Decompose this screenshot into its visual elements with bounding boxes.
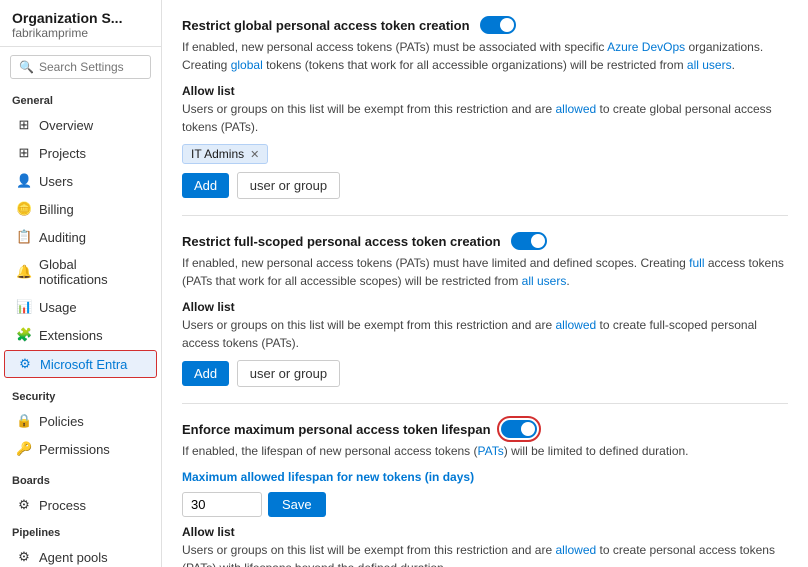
enforce-max-lifespan-section: Enforce maximum personal access token li… — [182, 404, 788, 567]
sidebar-item-billing[interactable]: 🪙 Billing — [4, 196, 157, 222]
sidebar-item-label: Users — [39, 174, 73, 189]
sidebar-item-label: Permissions — [39, 442, 110, 457]
global-tokens-link[interactable]: global — [231, 58, 263, 72]
toggle-enforce-max-lifespan[interactable] — [501, 420, 537, 438]
sidebar-item-label: Billing — [39, 202, 74, 217]
allowed-link-3[interactable]: allowed — [555, 543, 596, 557]
section2-desc: If enabled, new personal access tokens (… — [182, 254, 788, 290]
tags-row-1: IT Admins ✕ — [182, 144, 788, 164]
microsoft-entra-icon: ⚙ — [17, 356, 33, 372]
usage-icon: 📊 — [16, 299, 32, 315]
sidebar-item-agent-pools[interactable]: ⚙ Agent pools — [4, 544, 157, 567]
allowed-link-2[interactable]: allowed — [555, 318, 596, 332]
toggle-restrict-global-pat[interactable] — [480, 16, 516, 34]
azure-devops-link[interactable]: Azure DevOps — [607, 40, 685, 54]
tag-label: IT Admins — [191, 147, 244, 161]
tag-it-admins: IT Admins ✕ — [182, 144, 268, 164]
sidebar-item-usage[interactable]: 📊 Usage — [4, 294, 157, 320]
auditing-icon: 📋 — [16, 229, 32, 245]
section3-title-text: Enforce maximum personal access token li… — [182, 422, 491, 437]
sidebar-org-header: Organization S... fabrikamprime — [0, 0, 161, 47]
overview-icon: ⊞ — [16, 117, 32, 133]
section-label-general: General — [0, 87, 161, 111]
sidebar-item-auditing[interactable]: 📋 Auditing — [4, 224, 157, 250]
sidebar-item-label: Usage — [39, 300, 77, 315]
main-content: Restrict global personal access token cr… — [162, 0, 808, 567]
sidebar-item-label: Extensions — [39, 328, 103, 343]
sidebar-item-label: Process — [39, 498, 86, 513]
sidebar-item-label: Policies — [39, 414, 84, 429]
org-name: Organization S... — [12, 10, 149, 26]
all-users-link2[interactable]: all users — [522, 274, 567, 288]
restrict-global-pat-section: Restrict global personal access token cr… — [182, 0, 788, 216]
sidebar-item-global-notifications[interactable]: 🔔 Global notifications — [4, 252, 157, 292]
extensions-icon: 🧩 — [16, 327, 32, 343]
search-icon: 🔍 — [19, 60, 34, 74]
lifespan-input[interactable] — [182, 492, 262, 517]
all-users-link1[interactable]: all users — [687, 58, 732, 72]
save-button[interactable]: Save — [268, 492, 326, 517]
sidebar-item-label: Microsoft Entra — [40, 357, 127, 372]
lifespan-row: Save — [182, 492, 788, 517]
sidebar-item-process[interactable]: ⚙ Process — [4, 492, 157, 518]
section-label-security: Security — [0, 383, 161, 407]
allow-list-desc-3: Users or groups on this list will be exe… — [182, 541, 788, 567]
agent-pools-icon: ⚙ — [16, 549, 32, 565]
sidebar-item-permissions[interactable]: 🔑 Permissions — [4, 436, 157, 462]
section3-desc: If enabled, the lifespan of new personal… — [182, 442, 788, 460]
add-row-2: Add user or group — [182, 360, 788, 387]
full-access-link[interactable]: full — [689, 256, 704, 270]
section3-title: Enforce maximum personal access token li… — [182, 420, 788, 438]
max-lifespan-label: Maximum allowed lifespan for new tokens … — [182, 470, 788, 484]
toggle-restrict-full-scope-pat[interactable] — [511, 232, 547, 250]
allowed-link-1[interactable]: allowed — [555, 102, 596, 116]
users-icon: 👤 — [16, 173, 32, 189]
section2-title: Restrict full-scoped personal access tok… — [182, 232, 788, 250]
sidebar-item-microsoft-entra[interactable]: ⚙ Microsoft Entra — [4, 350, 157, 378]
add-button-2[interactable]: Add — [182, 361, 229, 386]
section2-title-text: Restrict full-scoped personal access tok… — [182, 234, 501, 249]
add-button-1[interactable]: Add — [182, 173, 229, 198]
search-box[interactable]: 🔍 — [10, 55, 151, 79]
allow-list-desc-1: Users or groups on this list will be exe… — [182, 100, 788, 136]
sidebar-item-label: Global notifications — [39, 257, 147, 287]
section-label-boards: Boards — [0, 467, 161, 491]
restrict-full-scope-pat-section: Restrict full-scoped personal access tok… — [182, 216, 788, 404]
process-icon: ⚙ — [16, 497, 32, 513]
sidebar-item-label: Auditing — [39, 230, 86, 245]
sidebar: Organization S... fabrikamprime 🔍 Genera… — [0, 0, 162, 567]
billing-icon: 🪙 — [16, 201, 32, 217]
permissions-icon: 🔑 — [16, 441, 32, 457]
search-input[interactable] — [39, 60, 142, 74]
policies-icon: 🔒 — [16, 413, 32, 429]
section-label-pipelines: Pipelines — [0, 519, 161, 543]
sidebar-item-users[interactable]: 👤 Users — [4, 168, 157, 194]
add-row-1: Add user or group — [182, 172, 788, 199]
section1-title: Restrict global personal access token cr… — [182, 16, 788, 34]
user-or-group-button-2[interactable]: user or group — [237, 360, 340, 387]
global-notifications-icon: 🔔 — [16, 264, 32, 280]
sidebar-item-overview[interactable]: ⊞ Overview — [4, 112, 157, 138]
user-or-group-button-1[interactable]: user or group — [237, 172, 340, 199]
sidebar-item-label: Overview — [39, 118, 93, 133]
pats-link[interactable]: PATs — [478, 444, 504, 458]
sidebar-item-extensions[interactable]: 🧩 Extensions — [4, 322, 157, 348]
allow-list-label-3: Allow list — [182, 525, 788, 539]
allow-list-label-2: Allow list — [182, 300, 788, 314]
section1-title-text: Restrict global personal access token cr… — [182, 18, 470, 33]
tag-close-icon[interactable]: ✕ — [250, 148, 259, 161]
section1-desc: If enabled, new personal access tokens (… — [182, 38, 788, 74]
sidebar-item-projects[interactable]: ⊞ Projects — [4, 140, 157, 166]
sidebar-item-label: Agent pools — [39, 550, 108, 565]
allow-list-label-1: Allow list — [182, 84, 788, 98]
projects-icon: ⊞ — [16, 145, 32, 161]
allow-list-desc-2: Users or groups on this list will be exe… — [182, 316, 788, 352]
sidebar-item-label: Projects — [39, 146, 86, 161]
sidebar-item-policies[interactable]: 🔒 Policies — [4, 408, 157, 434]
org-sub: fabrikamprime — [12, 26, 149, 40]
